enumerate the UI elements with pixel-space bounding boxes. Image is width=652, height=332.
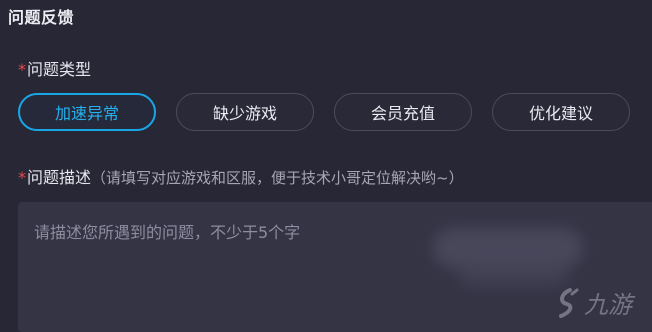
type-option-speed-error[interactable]: 加速异常: [18, 93, 156, 131]
watermark-text: 九游: [584, 291, 632, 319]
type-option-label: 缺少游戏: [212, 104, 277, 123]
problem-desc-label: *问题描述（请填写对应游戏和区服，便于技术小哥定位解决哟~）: [18, 164, 464, 188]
dialog-title: 问题反馈: [8, 8, 75, 27]
required-mark: *: [18, 60, 26, 79]
problem-type-label-text: 问题类型: [27, 60, 92, 79]
problem-type-options: 加速异常 缺少游戏 会员充值 优化建议: [18, 93, 630, 131]
problem-desc-label-text: 问题描述: [27, 168, 92, 187]
problem-desc-placeholder: 请描述您所遇到的问题，不少于5个字: [34, 223, 301, 242]
watermark: 九游: [555, 285, 632, 320]
problem-desc-hint: （请填写对应游戏和区服，便于技术小哥定位解决哟~）: [91, 169, 464, 187]
jiuyou-logo-icon: [559, 287, 579, 318]
type-option-label: 优化建议: [528, 104, 593, 123]
type-option-suggestion[interactable]: 优化建议: [492, 93, 630, 131]
blurred-text-region: [458, 262, 568, 286]
type-option-membership-recharge[interactable]: 会员充值: [334, 93, 472, 131]
type-option-missing-game[interactable]: 缺少游戏: [176, 93, 314, 131]
type-option-label: 会员充值: [370, 104, 435, 123]
type-option-label: 加速异常: [54, 104, 119, 123]
problem-type-label: *问题类型: [18, 56, 91, 80]
required-mark: *: [18, 168, 26, 187]
